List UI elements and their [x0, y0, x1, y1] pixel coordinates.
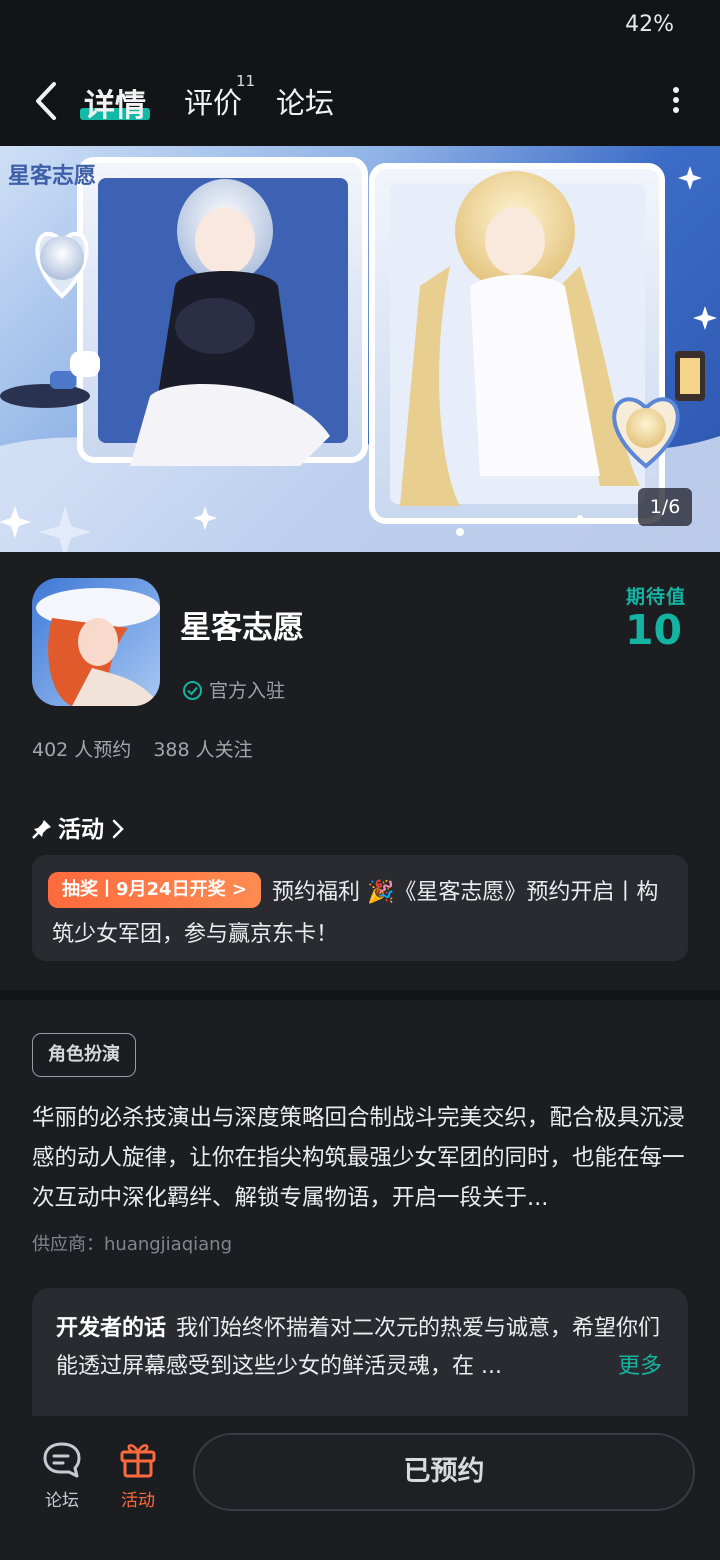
official-badge: 官方入驻 — [182, 676, 285, 703]
check-circle-icon — [183, 681, 202, 700]
lottery-badge[interactable]: 抽奖丨9月24日开奖 > — [48, 872, 261, 908]
reserved-button[interactable]: 已预约 — [193, 1433, 695, 1511]
app-name: 星客志愿 — [180, 610, 304, 646]
official-label: 官方入驻 — [209, 680, 286, 702]
reservation-count: 402 人预约 — [32, 739, 132, 761]
developer-words-card[interactable]: 开发者的话 我们始终怀揣着对二次元的热爱与诚意，希望你们能透过屏幕感受到这些少女的… — [32, 1288, 688, 1416]
vertical-dots-icon[interactable] — [672, 86, 680, 114]
follower-count: 388 人关注 — [153, 739, 253, 761]
banner-logo: 星客志愿 — [8, 164, 97, 189]
chevron-right-icon — [112, 819, 124, 839]
pin-icon — [32, 820, 51, 839]
expect-label: 期待值 — [625, 586, 686, 608]
battery-level: 42% — [625, 12, 674, 37]
activity-heading-label: 活动 — [58, 817, 104, 843]
top-nav-bar: 详情 评价 11 论坛 — [0, 56, 720, 146]
banner-artwork — [0, 157, 720, 552]
tab-detail[interactable]: 详情 — [84, 80, 146, 125]
tab-forum[interactable]: 论坛 — [276, 80, 334, 122]
bottom-forum-label: 论坛 — [45, 1491, 79, 1511]
app-icon — [32, 578, 160, 706]
status-bar: 42% — [0, 0, 720, 56]
bottom-activity-button[interactable]: 活动 — [108, 1438, 168, 1511]
expect-value: 10 — [624, 606, 682, 654]
screenshot-carousel[interactable]: 星客志愿 1/6 — [0, 146, 720, 552]
activity-heading[interactable]: 活动 — [32, 810, 124, 844]
app-stats: 402 人预约 388 人关注 — [32, 735, 253, 762]
forum-chat-icon — [43, 1442, 81, 1478]
tab-review[interactable]: 评价 — [184, 80, 242, 122]
developer-words: 开发者的话 我们始终怀揣着对二次元的热爱与诚意，希望你们能透过屏幕感受到这些少女的… — [56, 1310, 668, 1386]
more-link[interactable]: 更多 — [611, 1348, 662, 1380]
genre-tag[interactable]: 角色扮演 — [32, 1033, 136, 1077]
activity-card[interactable]: 预约福利 🎉《星客志愿》预约开启丨构筑少女军团，参与赢京东卡！ 抽奖丨9月24日… — [32, 855, 688, 961]
carousel-counter: 1/6 — [638, 488, 692, 526]
review-count-badge: 11 — [236, 72, 256, 90]
developer-words-title: 开发者的话 — [56, 1316, 167, 1341]
game-description: 华丽的必杀技演出与深度策略回合制战斗完美交织，配合极具沉浸感的动人旋律，让你在指… — [32, 1105, 685, 1211]
gift-icon — [120, 1444, 156, 1478]
bottom-activity-label: 活动 — [121, 1491, 155, 1511]
section-divider — [0, 990, 720, 1000]
supplier-info: 供应商：huangjiaqiang — [32, 1234, 233, 1255]
bottom-forum-button[interactable]: 论坛 — [32, 1438, 92, 1511]
chevron-left-icon[interactable] — [30, 78, 64, 124]
